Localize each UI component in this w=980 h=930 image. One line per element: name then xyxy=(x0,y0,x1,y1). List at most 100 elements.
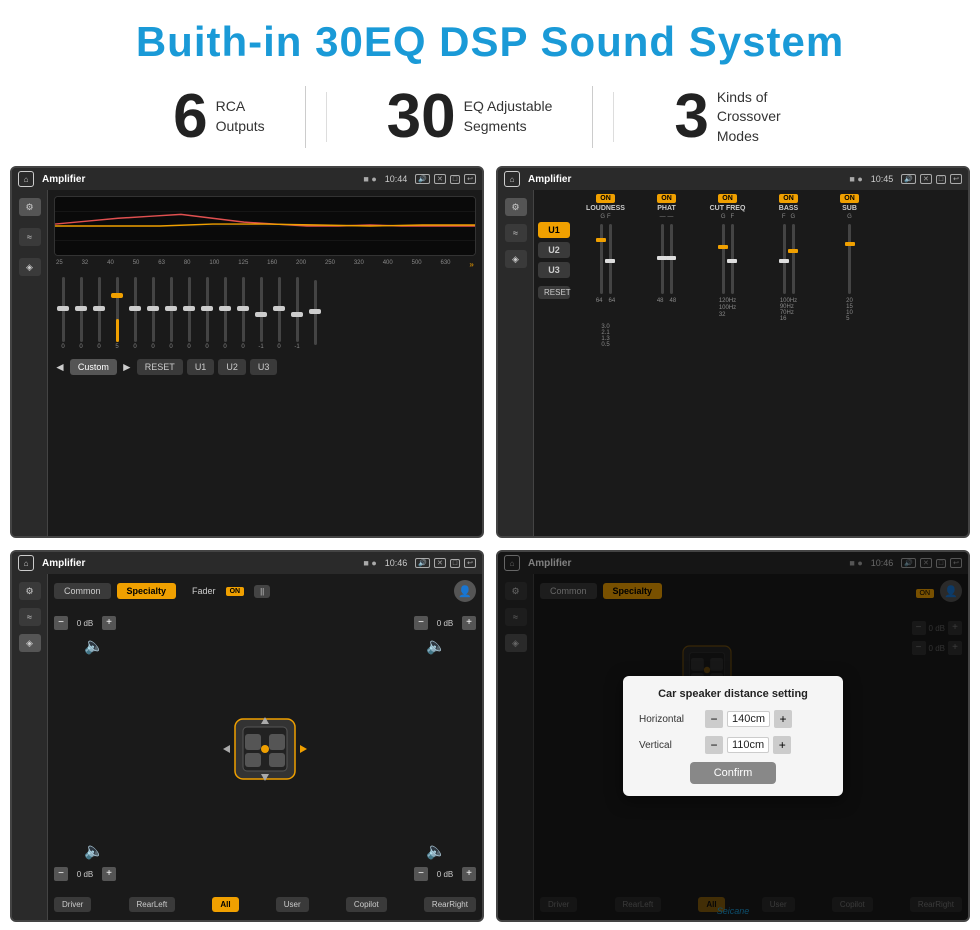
cx-phat-slider2[interactable] xyxy=(670,224,673,294)
home-icon[interactable]: ⌂ xyxy=(18,171,34,187)
eq-slider-14[interactable]: -1 xyxy=(290,277,304,350)
cx-wave-icon[interactable]: ≈ xyxy=(505,224,527,242)
fader-audio-icon[interactable]: ◈ xyxy=(19,634,41,652)
horizontal-minus-btn[interactable]: − xyxy=(705,710,723,728)
next-button[interactable]: ► xyxy=(121,360,133,374)
screen-eq: ⌂ Amplifier ■ ● 10:44 🔊 ✕ □ ↩ ⚙ ≈ ◈ xyxy=(10,166,484,538)
u-buttons-col: U1 U2 U3 RESET xyxy=(534,190,574,536)
db-control-br: − 0 dB + xyxy=(414,867,476,881)
prev-button[interactable]: ◄ xyxy=(54,360,66,374)
cx-u2-button[interactable]: U2 xyxy=(538,242,570,258)
features-row: 6 RCAOutputs 30 EQ AdjustableSegments 3 … xyxy=(0,76,980,158)
audio-icon[interactable]: ◈ xyxy=(19,258,41,276)
eq-sidebar: ⚙ ≈ ◈ xyxy=(12,190,48,536)
speaker-bl: 🔈 xyxy=(84,841,104,861)
cx-u3-button[interactable]: U3 xyxy=(538,262,570,278)
cx-sub-slider[interactable] xyxy=(848,224,851,294)
fader-settings-icon[interactable]: ⚙ xyxy=(19,582,41,600)
confirm-button[interactable]: Confirm xyxy=(690,762,777,784)
screens-grid: ⌂ Amplifier ■ ● 10:44 🔊 ✕ □ ↩ ⚙ ≈ ◈ xyxy=(10,158,970,930)
user-btn[interactable]: User xyxy=(276,897,309,912)
common-tab[interactable]: Common xyxy=(54,583,111,599)
rearright-btn[interactable]: RearRight xyxy=(424,897,476,912)
eq-slider-3[interactable]: 0 xyxy=(92,277,106,350)
fader-sidebar: ⚙ ≈ ◈ xyxy=(12,574,48,920)
copilot-btn[interactable]: Copilot xyxy=(346,897,387,912)
eq-slider-7[interactable]: 0 xyxy=(164,277,178,350)
window-icon-s3: □ xyxy=(450,559,460,568)
vertical-minus-btn[interactable]: − xyxy=(705,736,723,754)
close-icon-s1: ✕ xyxy=(434,174,446,184)
fader-bottom-buttons: Driver RearLeft All User Copilot RearRig… xyxy=(54,895,476,914)
horizontal-plus-btn[interactable]: + xyxy=(774,710,792,728)
cx-phat-slider1[interactable] xyxy=(661,224,664,294)
cx-loudness-slider-g[interactable] xyxy=(600,224,603,294)
all-btn[interactable]: All xyxy=(212,897,238,912)
db-plus-tl[interactable]: + xyxy=(102,616,116,630)
vertical-plus-btn[interactable]: + xyxy=(773,736,791,754)
settings-icon[interactable]: ⚙ xyxy=(19,198,41,216)
screen1-content: ⚙ ≈ ◈ xyxy=(12,190,482,536)
db-value-bl: 0 dB xyxy=(71,870,99,879)
u1-button[interactable]: U1 xyxy=(187,359,215,375)
cx-u1-button[interactable]: U1 xyxy=(538,222,570,238)
eq-graph xyxy=(54,196,476,256)
eq-slider-12[interactable]: -1 xyxy=(254,277,268,350)
screen2-content: ⚙ ≈ ◈ U1 U2 U3 RESET ON xyxy=(498,190,968,536)
cx-cutfreq-slider2[interactable] xyxy=(731,224,734,294)
db-plus-tr[interactable]: + xyxy=(462,616,476,630)
driver-btn[interactable]: Driver xyxy=(54,897,91,912)
dialog-box: Car speaker distance setting Horizontal … xyxy=(623,676,843,796)
home-icon-s3[interactable]: ⌂ xyxy=(18,555,34,571)
wave-icon[interactable]: ≈ xyxy=(19,228,41,246)
eq-slider-4[interactable]: 5 xyxy=(110,277,124,350)
db-plus-bl[interactable]: + xyxy=(102,867,116,881)
cx-bass-slider2[interactable] xyxy=(792,224,795,294)
dialog-horizontal-row: Horizontal − 140cm + xyxy=(639,710,827,728)
cx-settings-icon[interactable]: ⚙ xyxy=(505,198,527,216)
cx-audio-icon[interactable]: ◈ xyxy=(505,250,527,268)
eq-slider-11[interactable]: 0 xyxy=(236,277,250,350)
custom-button[interactable]: Custom xyxy=(70,359,117,375)
horizontal-value: 140cm xyxy=(727,711,770,727)
screen1-statusbar: ⌂ Amplifier ■ ● 10:44 🔊 ✕ □ ↩ xyxy=(12,168,482,190)
screen1-appname: Amplifier xyxy=(42,174,359,185)
eq-slider-10[interactable]: 0 xyxy=(218,277,232,350)
reset-button[interactable]: RESET xyxy=(137,359,183,375)
eq-slider-5[interactable]: 0 xyxy=(128,277,142,350)
eq-slider-1[interactable]: 0 xyxy=(56,277,70,350)
home-icon-s2[interactable]: ⌂ xyxy=(504,171,520,187)
db-minus-bl[interactable]: − xyxy=(54,867,68,881)
cx-reset-button[interactable]: RESET xyxy=(538,286,570,299)
rearleft-btn[interactable]: RearLeft xyxy=(129,897,176,912)
profile-icon[interactable]: 👤 xyxy=(454,580,476,602)
u2-button[interactable]: U2 xyxy=(218,359,246,375)
db-minus-br[interactable]: − xyxy=(414,867,428,881)
cx-bass-slider1[interactable] xyxy=(783,224,786,294)
cx-loudness: ON LOUDNESS GF 64 64 xyxy=(578,194,633,322)
cx-cutfreq-slider1[interactable] xyxy=(722,224,725,294)
eq-slider-2[interactable]: 0 xyxy=(74,277,88,350)
cx-sub: ON SUB G 2015105 xyxy=(822,194,877,322)
crossover-number: 3 xyxy=(674,86,708,148)
db-minus-tl[interactable]: − xyxy=(54,616,68,630)
cx-loudness-slider-f[interactable] xyxy=(609,224,612,294)
close-icon-s3: ✕ xyxy=(434,558,446,568)
db-plus-br[interactable]: + xyxy=(462,867,476,881)
eq-bottom-bar: ◄ Custom ► RESET U1 U2 U3 xyxy=(54,357,476,377)
eq-freq-labels: 25 32 40 50 63 80 100 125 160 200 250 32… xyxy=(54,260,476,269)
u3-button[interactable]: U3 xyxy=(250,359,278,375)
eq-slider-8[interactable]: 0 xyxy=(182,277,196,350)
db-minus-tr[interactable]: − xyxy=(414,616,428,630)
eq-slider-15[interactable] xyxy=(308,280,322,347)
eq-slider-6[interactable]: 0 xyxy=(146,277,160,350)
db-control-tr: − 0 dB + xyxy=(414,616,476,630)
eq-slider-13[interactable]: 0 xyxy=(272,277,286,350)
screen3-icons: ■ ● xyxy=(363,558,376,568)
screen3-time: 10:46 xyxy=(385,558,408,568)
db-value-tl: 0 dB xyxy=(71,619,99,628)
specialty-tab[interactable]: Specialty xyxy=(117,583,177,599)
fader-wave-icon[interactable]: ≈ xyxy=(19,608,41,626)
eq-slider-9[interactable]: 0 xyxy=(200,277,214,350)
fader-slider-mini[interactable]: || xyxy=(254,585,270,598)
